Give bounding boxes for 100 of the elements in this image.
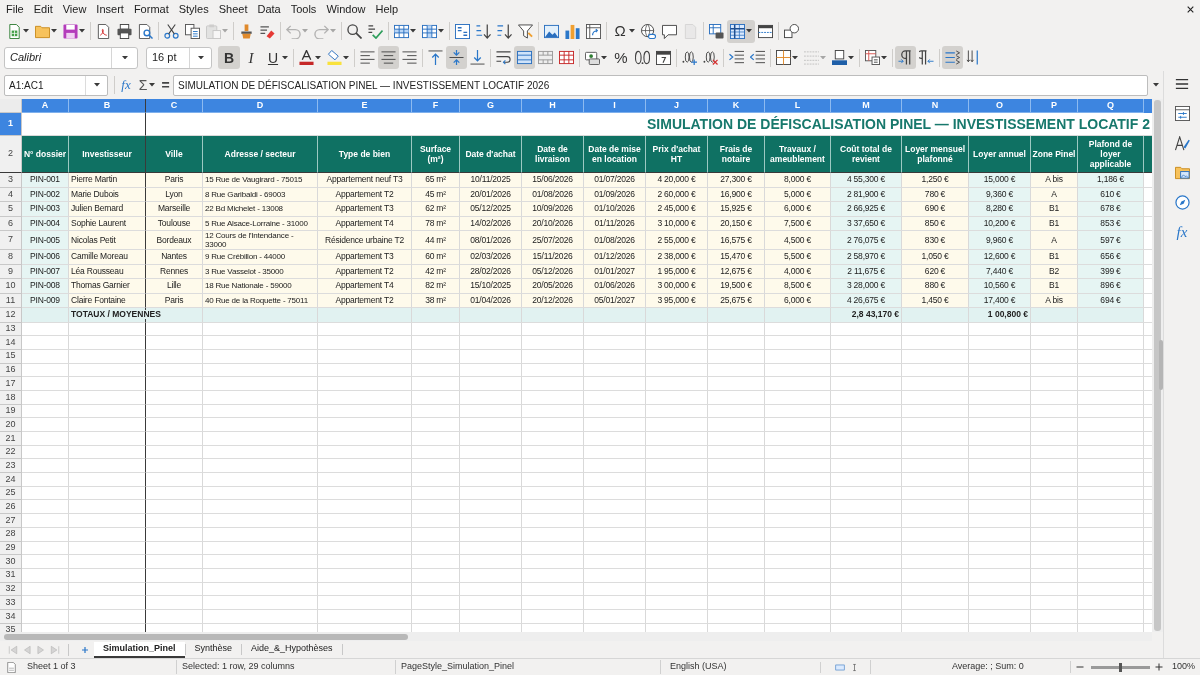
table-cell: 2 55,000 € — [646, 231, 708, 250]
column-header[interactable]: G — [460, 99, 522, 113]
menu-item[interactable]: Window — [321, 2, 371, 16]
annual-rent-total: 1 00,800 € — [987, 310, 1028, 320]
sidebar-menu-button[interactable] — [1174, 76, 1190, 92]
sum-button[interactable]: Σ — [135, 75, 159, 95]
freeze-button[interactable] — [727, 19, 755, 43]
menu-item[interactable]: Styles — [173, 2, 214, 16]
name-box[interactable]: A1:AC1 — [4, 74, 108, 96]
zoom-in-button[interactable] — [1153, 661, 1165, 673]
column-header[interactable]: L — [765, 99, 831, 113]
function-wizard-button[interactable]: fx — [117, 75, 135, 95]
row-header[interactable]: 3 — [0, 173, 22, 188]
plus-icon — [81, 645, 89, 654]
styles-button[interactable] — [1174, 135, 1190, 151]
menu-item[interactable]: Format — [128, 2, 174, 16]
row-header[interactable]: 33 — [0, 596, 22, 610]
table-cell: 01/06/2026 — [584, 279, 646, 294]
menu-item[interactable]: Insert — [91, 2, 129, 16]
column-header[interactable]: A — [22, 99, 69, 113]
text-direction-icon — [945, 50, 960, 65]
row-header[interactable]: 30 — [0, 555, 22, 569]
table-cell: 01/12/2026 — [584, 250, 646, 265]
center-vertically-button[interactable] — [446, 46, 467, 69]
column-header[interactable]: K — [708, 99, 765, 113]
column-header[interactable]: C — [146, 99, 203, 113]
scissors-icon — [164, 23, 179, 39]
table-cell: 896 € — [1078, 279, 1144, 294]
menu-item[interactable]: Sheet — [213, 2, 253, 16]
caret-icon — [302, 29, 308, 33]
row-header[interactable]: 10 — [0, 279, 22, 294]
table-cell: 18 Rue Nationale - 59000 — [203, 279, 318, 294]
left-to-right-button[interactable] — [895, 46, 916, 69]
row-header[interactable]: 1 — [0, 113, 22, 136]
properties-button[interactable] — [1174, 105, 1190, 122]
column-header[interactable]: P — [1031, 99, 1078, 113]
row-header[interactable]: 17 — [0, 377, 22, 391]
menu-item[interactable]: View — [57, 2, 92, 16]
sidebar-handle[interactable] — [1159, 340, 1163, 390]
column-heading: Date de mise en location — [584, 136, 646, 173]
row-header[interactable]: 2 — [0, 136, 22, 173]
column-header[interactable]: N — [902, 99, 969, 113]
column-header[interactable]: O — [969, 99, 1031, 113]
total-cost: 2,8 43,170 € — [851, 310, 899, 320]
column-header[interactable]: E — [318, 99, 412, 113]
table-cell: 15/11/2026 — [522, 250, 584, 265]
page-magnifier-icon — [138, 23, 153, 39]
column-header[interactable]: H — [522, 99, 584, 113]
column-header[interactable]: F — [412, 99, 460, 113]
font-name-combobox[interactable]: Calibri — [4, 46, 138, 69]
navigator-button[interactable] — [1174, 194, 1190, 210]
sheet-tab[interactable]: Simulation_Pinel — [94, 641, 185, 658]
row-header[interactable]: 21 — [0, 432, 22, 446]
column-header[interactable]: I — [584, 99, 646, 113]
row-header[interactable]: 23 — [0, 459, 22, 474]
functions-button[interactable]: fx — [1173, 223, 1191, 242]
table-cell: 4,500 € — [765, 231, 831, 250]
column-header[interactable]: J — [646, 99, 708, 113]
table-cell: 44 m² — [412, 231, 460, 250]
menu-item[interactable]: Tools — [285, 2, 322, 16]
slider-thumb[interactable] — [1119, 662, 1122, 672]
font-size-combobox[interactable]: 16 pt — [146, 46, 212, 69]
table-cell: Marseille — [146, 202, 203, 217]
column-header[interactable]: M — [831, 99, 902, 113]
column-header[interactable]: D — [203, 99, 318, 113]
selection-summary: Average: ; Sum: 0 — [952, 660, 1024, 674]
merge-center-button[interactable] — [514, 46, 535, 69]
row-header[interactable]: 26 — [0, 500, 22, 515]
underline-button[interactable]: U — [262, 46, 291, 69]
italic-button[interactable]: I — [240, 46, 262, 69]
column-header[interactable]: B — [69, 99, 146, 113]
sheet-tab[interactable]: Synthèse — [185, 641, 242, 658]
wrap-text-icon — [496, 50, 511, 65]
row-header[interactable]: 27 — [0, 514, 22, 528]
row-header[interactable]: 5 — [0, 202, 22, 217]
row-header[interactable]: 14 — [0, 336, 22, 350]
menu-item[interactable]: Edit — [28, 2, 58, 16]
table-cell: 27,300 € — [708, 173, 765, 188]
table-cell: 2 45,000 € — [646, 202, 708, 217]
formula-button[interactable]: = — [159, 75, 172, 95]
align-center-button[interactable] — [378, 46, 399, 69]
text-left-to-right-button[interactable] — [942, 46, 963, 69]
percent-format-button[interactable]: % — [610, 46, 632, 69]
menu-item[interactable]: Help — [370, 2, 404, 16]
row-header[interactable]: 7 — [0, 231, 22, 250]
formula-input[interactable]: SIMULATION DE DÉFISCALISATION PINEL — INVESTISSEMENT LOCATIF 2026 — [173, 74, 1148, 96]
row-header[interactable]: 8 — [0, 250, 22, 265]
row-header[interactable]: 24 — [0, 473, 22, 487]
row-header[interactable]: 12 — [0, 308, 22, 323]
menu-item[interactable]: File — [1, 2, 29, 16]
sheet-tab[interactable]: Aide_&_Hypothèses — [242, 641, 342, 658]
zoom-slider[interactable] — [1090, 665, 1151, 669]
scrollbar-thumb[interactable] — [1154, 100, 1161, 631]
menu-item[interactable]: Data — [252, 2, 286, 16]
scrollbar-thumb[interactable] — [4, 633, 408, 640]
special-character-button[interactable]: Ω — [609, 19, 638, 43]
row-header[interactable]: 20 — [0, 418, 22, 432]
bold-button[interactable]: B — [218, 46, 240, 69]
column-header[interactable]: Q — [1078, 99, 1144, 113]
gallery-button[interactable] — [1174, 164, 1190, 181]
